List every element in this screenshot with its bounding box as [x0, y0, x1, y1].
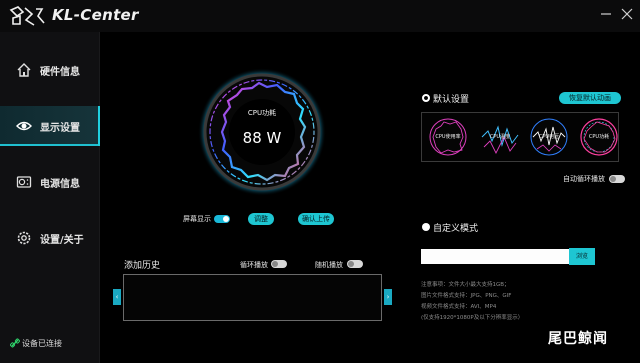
sidebar-item-label: 硬件信息	[40, 67, 80, 78]
history-prev-button[interactable]: ‹	[113, 289, 121, 305]
history-next-button[interactable]: ›	[384, 289, 392, 305]
title-bar: KL-Center	[0, 0, 640, 32]
screen-display-toggle[interactable]	[214, 215, 230, 223]
preset-label: CPU电压	[538, 134, 560, 140]
confirm-upload-button[interactable]: 确认上传	[298, 213, 334, 225]
preset-label: CPU功耗	[588, 134, 610, 140]
adjust-button[interactable]: 调整	[248, 213, 274, 225]
metric-value: 88 W	[242, 129, 282, 147]
kl-logo-icon	[9, 6, 45, 26]
note-line: 图片文件格式支持：JPG、PNG、GIF	[421, 293, 512, 299]
home-icon	[17, 63, 31, 77]
sidebar: 硬件信息 显示设置 电源信息 设置/关于	[0, 32, 100, 363]
auto-loop-toggle[interactable]	[609, 175, 625, 183]
loop-play-toggle[interactable]	[271, 260, 287, 268]
watermark: 尾巴鲸闻	[548, 331, 608, 347]
loop-play-label: 循环播放	[240, 261, 268, 269]
eye-icon	[16, 121, 32, 131]
default-settings-radio[interactable]	[422, 94, 430, 102]
sidebar-item-power[interactable]: 电源信息	[0, 162, 100, 202]
close-icon[interactable]	[619, 6, 635, 22]
minimize-icon[interactable]	[598, 6, 614, 22]
connection-status: 设备已连接	[22, 339, 62, 348]
metric-label: CPU功耗	[247, 109, 277, 117]
random-play-toggle[interactable]	[347, 260, 363, 268]
power-supply-icon	[16, 176, 32, 188]
sidebar-item-display[interactable]: 显示设置	[0, 106, 100, 146]
note-line: 视频文件格式支持：AVI、MP4	[421, 304, 497, 310]
app-title: KL-Center	[52, 6, 139, 24]
history-list[interactable]	[123, 274, 382, 321]
restore-default-button[interactable]: 恢复默认动画	[559, 92, 621, 104]
auto-loop-label: 自动循环播放	[563, 175, 605, 183]
link-icon	[10, 338, 20, 348]
custom-mode-title: 自定义模式	[433, 224, 479, 234]
screen-display-label: 屏幕显示	[183, 215, 211, 223]
sidebar-item-label: 电源信息	[40, 179, 80, 190]
note-line: 注意事项：文件大小最大支持1GB；	[421, 282, 510, 288]
file-path-input[interactable]	[421, 249, 569, 264]
preset-label: CPU温度	[489, 134, 511, 140]
random-play-label: 随机播放	[315, 261, 343, 269]
sidebar-item-settings[interactable]: 设置/关于	[0, 218, 100, 258]
default-settings-title: 默认设置	[433, 95, 470, 105]
note-line: (仅支持1920*1080P及以下分辨率显示）	[421, 315, 524, 321]
browse-button[interactable]: 浏览	[569, 248, 595, 265]
sidebar-item-label: 设置/关于	[40, 235, 84, 246]
gear-icon	[17, 231, 31, 245]
sidebar-item-hardware[interactable]: 硬件信息	[0, 50, 100, 90]
sidebar-item-label: 显示设置	[40, 123, 80, 134]
preset-label: CPU使用率	[435, 134, 461, 140]
history-title: 添加历史	[124, 261, 161, 271]
custom-mode-radio[interactable]	[422, 223, 430, 231]
